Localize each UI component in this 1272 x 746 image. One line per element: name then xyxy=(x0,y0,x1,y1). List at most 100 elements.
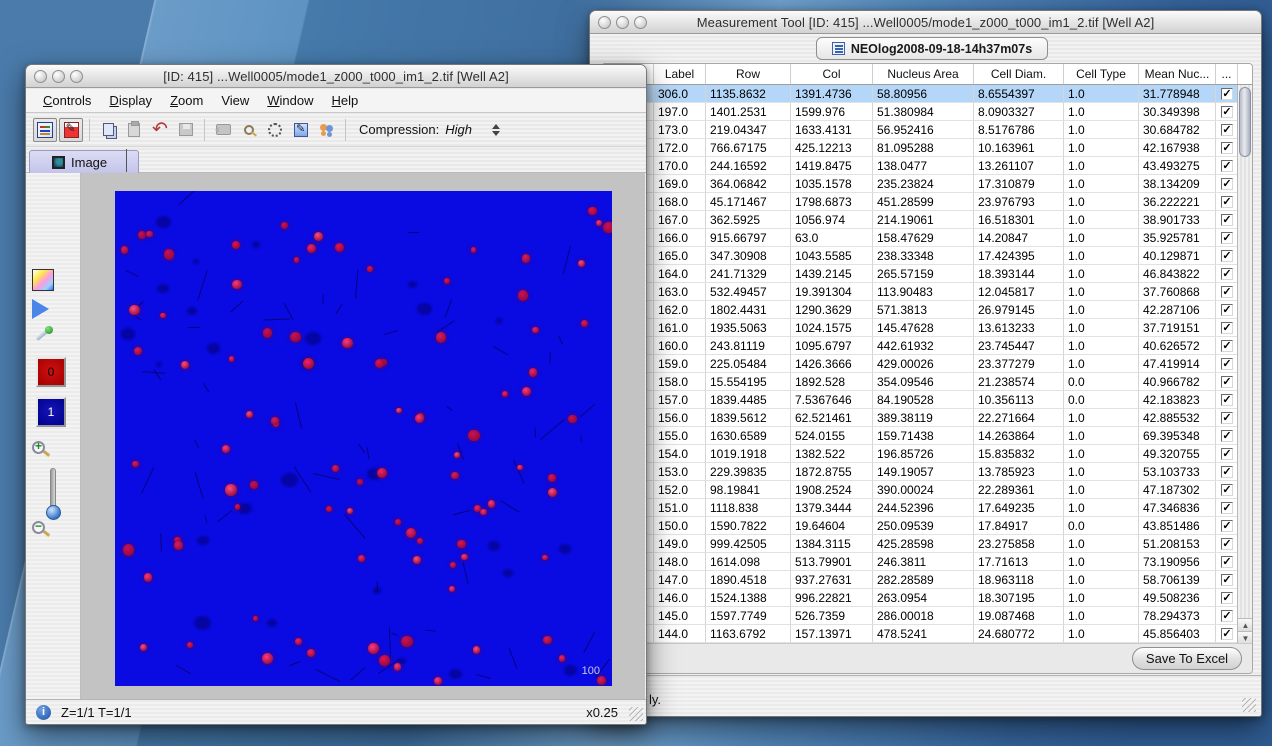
menu-zoom[interactable]: Zoom xyxy=(161,91,212,110)
camera-button[interactable] xyxy=(211,118,235,142)
zoom-slider-knob[interactable] xyxy=(46,505,61,520)
row-checkbox[interactable]: ✓ xyxy=(1221,232,1233,244)
header-Col[interactable]: Col xyxy=(791,64,873,84)
table-row[interactable]: 166.0915.6679763.0158.4762914.208471.035… xyxy=(602,229,1252,247)
row-checkbox[interactable]: ✓ xyxy=(1221,250,1233,262)
resize-grip[interactable] xyxy=(1242,698,1256,712)
save-to-excel-button[interactable]: Save To Excel xyxy=(1132,647,1242,670)
row-checkbox[interactable]: ✓ xyxy=(1221,592,1233,604)
table-row[interactable]: 152.098.198411908.2524390.0002422.289361… xyxy=(602,481,1252,499)
row-checkbox[interactable]: ✓ xyxy=(1221,88,1233,100)
table-row[interactable]: 148.01614.098513.79901246.381117.716131.… xyxy=(602,553,1252,571)
row-checkbox[interactable]: ✓ xyxy=(1221,340,1233,352)
zoom-button[interactable] xyxy=(70,70,83,83)
users-button[interactable] xyxy=(315,118,339,142)
row-checkbox[interactable]: ✓ xyxy=(1221,538,1233,550)
row-checkbox[interactable]: ✓ xyxy=(1221,610,1233,622)
minimize-button[interactable] xyxy=(616,16,629,29)
row-checkbox[interactable]: ✓ xyxy=(1221,520,1233,532)
menu-view[interactable]: View xyxy=(212,91,258,110)
save-button[interactable] xyxy=(174,118,198,142)
table-row[interactable]: 149.0999.425051384.3115425.2859823.27585… xyxy=(602,535,1252,553)
compression-value[interactable]: High xyxy=(445,122,472,137)
table-row[interactable]: 156.01839.561262.521461389.3811922.27166… xyxy=(602,409,1252,427)
row-checkbox[interactable]: ✓ xyxy=(1221,358,1233,370)
table-row[interactable]: 164.0241.713291439.2145265.5715918.39314… xyxy=(602,265,1252,283)
row-checkbox[interactable]: ✓ xyxy=(1221,466,1233,478)
scrollbar-thumb[interactable] xyxy=(1239,87,1251,157)
viewer-titlebar[interactable]: [ID: 415] ...Well0005/mode1_z000_t000_im… xyxy=(26,65,646,88)
row-checkbox[interactable]: ✓ xyxy=(1221,196,1233,208)
table-row[interactable]: 153.0229.398351872.8755149.1905713.78592… xyxy=(602,463,1252,481)
table-row[interactable]: 169.0364.068421035.1578235.2382417.31087… xyxy=(602,175,1252,193)
row-checkbox[interactable]: ✓ xyxy=(1221,286,1233,298)
table-row[interactable]: 158.015.5541951892.528354.0954621.238574… xyxy=(602,373,1252,391)
row-checkbox[interactable]: ✓ xyxy=(1221,502,1233,514)
row-checkbox[interactable]: ✓ xyxy=(1221,304,1233,316)
close-button[interactable] xyxy=(34,70,47,83)
microscopy-image[interactable]: 100 xyxy=(115,191,612,686)
header-Cell Type[interactable]: Cell Type xyxy=(1064,64,1139,84)
undo-button[interactable]: ↶ xyxy=(148,118,172,142)
table-row[interactable]: 147.01890.4518937.27631282.2858918.96311… xyxy=(602,571,1252,589)
row-checkbox[interactable]: ✓ xyxy=(1221,160,1233,172)
zoom-button[interactable] xyxy=(634,16,647,29)
row-checkbox[interactable]: ✓ xyxy=(1221,448,1233,460)
menu-controls[interactable]: Controls xyxy=(34,91,100,110)
table-row[interactable]: 172.0766.67175425.1221381.09528810.16396… xyxy=(602,139,1252,157)
table-row[interactable]: 197.01401.25311599.97651.3809848.0903327… xyxy=(602,103,1252,121)
table-row[interactable]: 165.0347.309081043.5585238.3334817.42439… xyxy=(602,247,1252,265)
minimize-button[interactable] xyxy=(52,70,65,83)
row-checkbox[interactable]: ✓ xyxy=(1221,124,1233,136)
table-row[interactable]: 154.01019.19181382.522196.8572615.835832… xyxy=(602,445,1252,463)
table-row[interactable]: 159.0225.054841426.3666429.0002623.37727… xyxy=(602,355,1252,373)
header-Row[interactable]: Row xyxy=(706,64,791,84)
table-row[interactable]: 146.01524.1388996.22821263.095418.307195… xyxy=(602,589,1252,607)
scroll-up-arrow[interactable]: ▲ xyxy=(1238,618,1253,631)
table-row[interactable]: 173.0219.043471633.413156.9524168.517678… xyxy=(602,121,1252,139)
magnifier-button[interactable] xyxy=(237,118,261,142)
zoom-in-button[interactable] xyxy=(32,441,45,454)
display-adjust-button[interactable] xyxy=(33,118,57,142)
measurement-titlebar[interactable]: Measurement Tool [ID: 415] ...Well0005/m… xyxy=(590,11,1261,34)
header-Nucleus Area[interactable]: Nucleus Area xyxy=(873,64,974,84)
table-row[interactable]: 306.01135.86321391.473658.809568.6554397… xyxy=(602,85,1252,103)
menu-window[interactable]: Window xyxy=(258,91,322,110)
table-row[interactable]: 163.0532.4945719.391304113.9048312.04581… xyxy=(602,283,1252,301)
paste-button[interactable] xyxy=(122,118,146,142)
row-checkbox[interactable]: ✓ xyxy=(1221,484,1233,496)
eyedropper-button[interactable] xyxy=(32,325,54,347)
row-checkbox[interactable]: ✓ xyxy=(1221,214,1233,226)
zoom-slider[interactable] xyxy=(50,468,56,513)
header-Cell Diam.[interactable]: Cell Diam. xyxy=(974,64,1064,84)
copy-button[interactable] xyxy=(96,118,120,142)
menu-display[interactable]: Display xyxy=(100,91,161,110)
tab-neolog[interactable]: NEOlog2008-09-18-14h37m07s xyxy=(816,37,1048,60)
channel-1-button[interactable]: 1 xyxy=(36,397,66,427)
tab-image[interactable]: Image xyxy=(29,150,139,173)
colormap-button[interactable] xyxy=(32,269,54,291)
info-icon[interactable]: i xyxy=(36,705,51,720)
header-Label[interactable]: Label xyxy=(654,64,706,84)
row-checkbox[interactable]: ✓ xyxy=(1221,376,1233,388)
row-checkbox[interactable]: ✓ xyxy=(1221,628,1233,640)
table-row[interactable]: 161.01935.50631024.1575145.4762813.61323… xyxy=(602,319,1252,337)
edit-button[interactable] xyxy=(289,118,313,142)
row-checkbox[interactable]: ✓ xyxy=(1221,556,1233,568)
roi-button[interactable] xyxy=(263,118,287,142)
table-row[interactable]: 160.0243.811191095.6797442.6193223.74544… xyxy=(602,337,1252,355)
table-row[interactable]: 145.01597.7749526.7359286.0001819.087468… xyxy=(602,607,1252,625)
table-row[interactable]: 151.01118.8381379.3444244.5239617.649235… xyxy=(602,499,1252,517)
compression-stepper[interactable] xyxy=(492,124,500,136)
row-checkbox[interactable]: ✓ xyxy=(1221,430,1233,442)
vertical-scrollbar[interactable]: ▲ ▼ xyxy=(1237,85,1252,644)
annotate-button[interactable] xyxy=(59,118,83,142)
header-Mean Nuc...[interactable]: Mean Nuc... xyxy=(1139,64,1216,84)
row-checkbox[interactable]: ✓ xyxy=(1221,142,1233,154)
table-row[interactable]: 162.01802.44311290.3629571.381326.979145… xyxy=(602,301,1252,319)
channel-0-button[interactable]: 0 xyxy=(36,357,66,387)
header-...[interactable]: ... xyxy=(1216,64,1238,84)
row-checkbox[interactable]: ✓ xyxy=(1221,178,1233,190)
table-row[interactable]: 150.01590.782219.64604250.0953917.849170… xyxy=(602,517,1252,535)
table-row[interactable]: 155.01630.6589524.0155159.7143814.263864… xyxy=(602,427,1252,445)
